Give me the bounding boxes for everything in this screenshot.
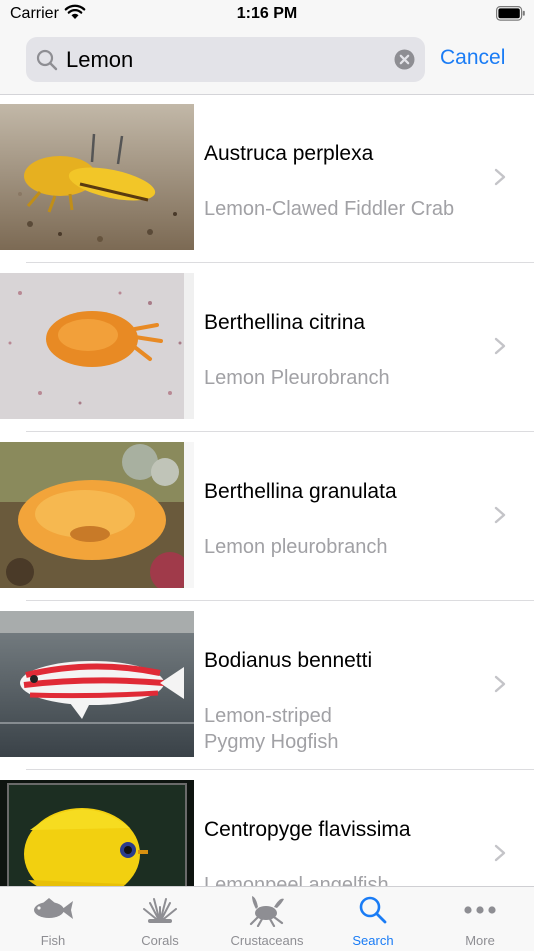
chevron-right-icon [494,675,506,698]
scientific-name: Berthellina granulata [204,480,397,503]
result-row-berthellina-granulata[interactable]: Berthellina granulata Lemon pleurobranch [0,433,534,601]
fish-icon [0,893,106,927]
scientific-name: Centropyge flavissima [204,818,411,841]
tab-label: Search [352,933,394,948]
search-results-list: Austruca perplexa Lemon-Clawed Fiddler C… [0,95,534,886]
tab-label: Crustaceans [230,933,304,948]
tab-corals[interactable]: Corals [107,887,213,951]
common-name: Lemon Pleurobranch [204,367,390,389]
tab-more[interactable]: More [427,887,533,951]
tab-label: Corals [141,933,179,948]
result-thumbnail [0,611,194,757]
search-query-text: Lemon [66,47,134,72]
status-time: 1:16 PM [236,5,298,22]
tab-search[interactable]: Search [320,887,426,951]
chevron-right-icon [494,506,506,529]
chevron-right-icon [494,168,506,191]
result-row-bodianus-bennetti[interactable]: Bodianus bennetti Lemon-striped Pygmy Ho… [0,602,534,770]
result-thumbnail [0,442,194,588]
row-divider [26,769,534,770]
common-name: Lemon-Clawed Fiddler Crab [204,198,455,220]
row-divider [26,262,534,263]
battery-icon [496,6,526,26]
tab-label: Fish [40,933,66,948]
navigation-header: Carrier 1:16 PM Lemon Cancel [0,0,534,95]
tab-bar: Fish Corals Crustaceans Search More [0,886,534,951]
result-row-austruca-perplexa[interactable]: Austruca perplexa Lemon-Clawed Fiddler C… [0,95,534,263]
chevron-right-icon [494,337,506,360]
magnifier-icon [36,49,58,76]
search-icon [320,893,426,927]
cancel-button[interactable]: Cancel [440,46,505,70]
tab-fish[interactable]: Fish [0,887,106,951]
result-thumbnail [0,104,194,250]
status-bar: Carrier 1:16 PM [0,0,534,28]
clear-search-icon[interactable] [394,49,415,75]
common-name: Lemon pleurobranch [204,536,388,558]
tab-crustaceans[interactable]: Crustaceans [214,887,320,951]
common-name: Lemonpeel angelfish [204,874,389,886]
crab-icon [214,893,320,927]
coral-icon [107,893,213,927]
scientific-name: Berthellina citrina [204,311,366,334]
more-icon [427,893,533,927]
scientific-name: Bodianus bennetti [204,649,373,672]
row-divider [26,431,534,432]
scientific-name: Austruca perplexa [204,142,374,165]
common-name: Lemon-striped Pygmy Hogfish [204,705,339,753]
result-row-centropyge-flavissima[interactable]: Centropyge flavissima Lemonpeel angelfis… [0,771,534,886]
tab-label: More [465,933,495,948]
search-input[interactable]: Lemon [26,37,425,82]
chevron-right-icon [494,844,506,867]
result-thumbnail [0,273,194,419]
row-divider [26,600,534,601]
result-row-berthellina-citrina[interactable]: Berthellina citrina Lemon Pleurobranch [0,264,534,432]
result-thumbnail [0,780,194,886]
